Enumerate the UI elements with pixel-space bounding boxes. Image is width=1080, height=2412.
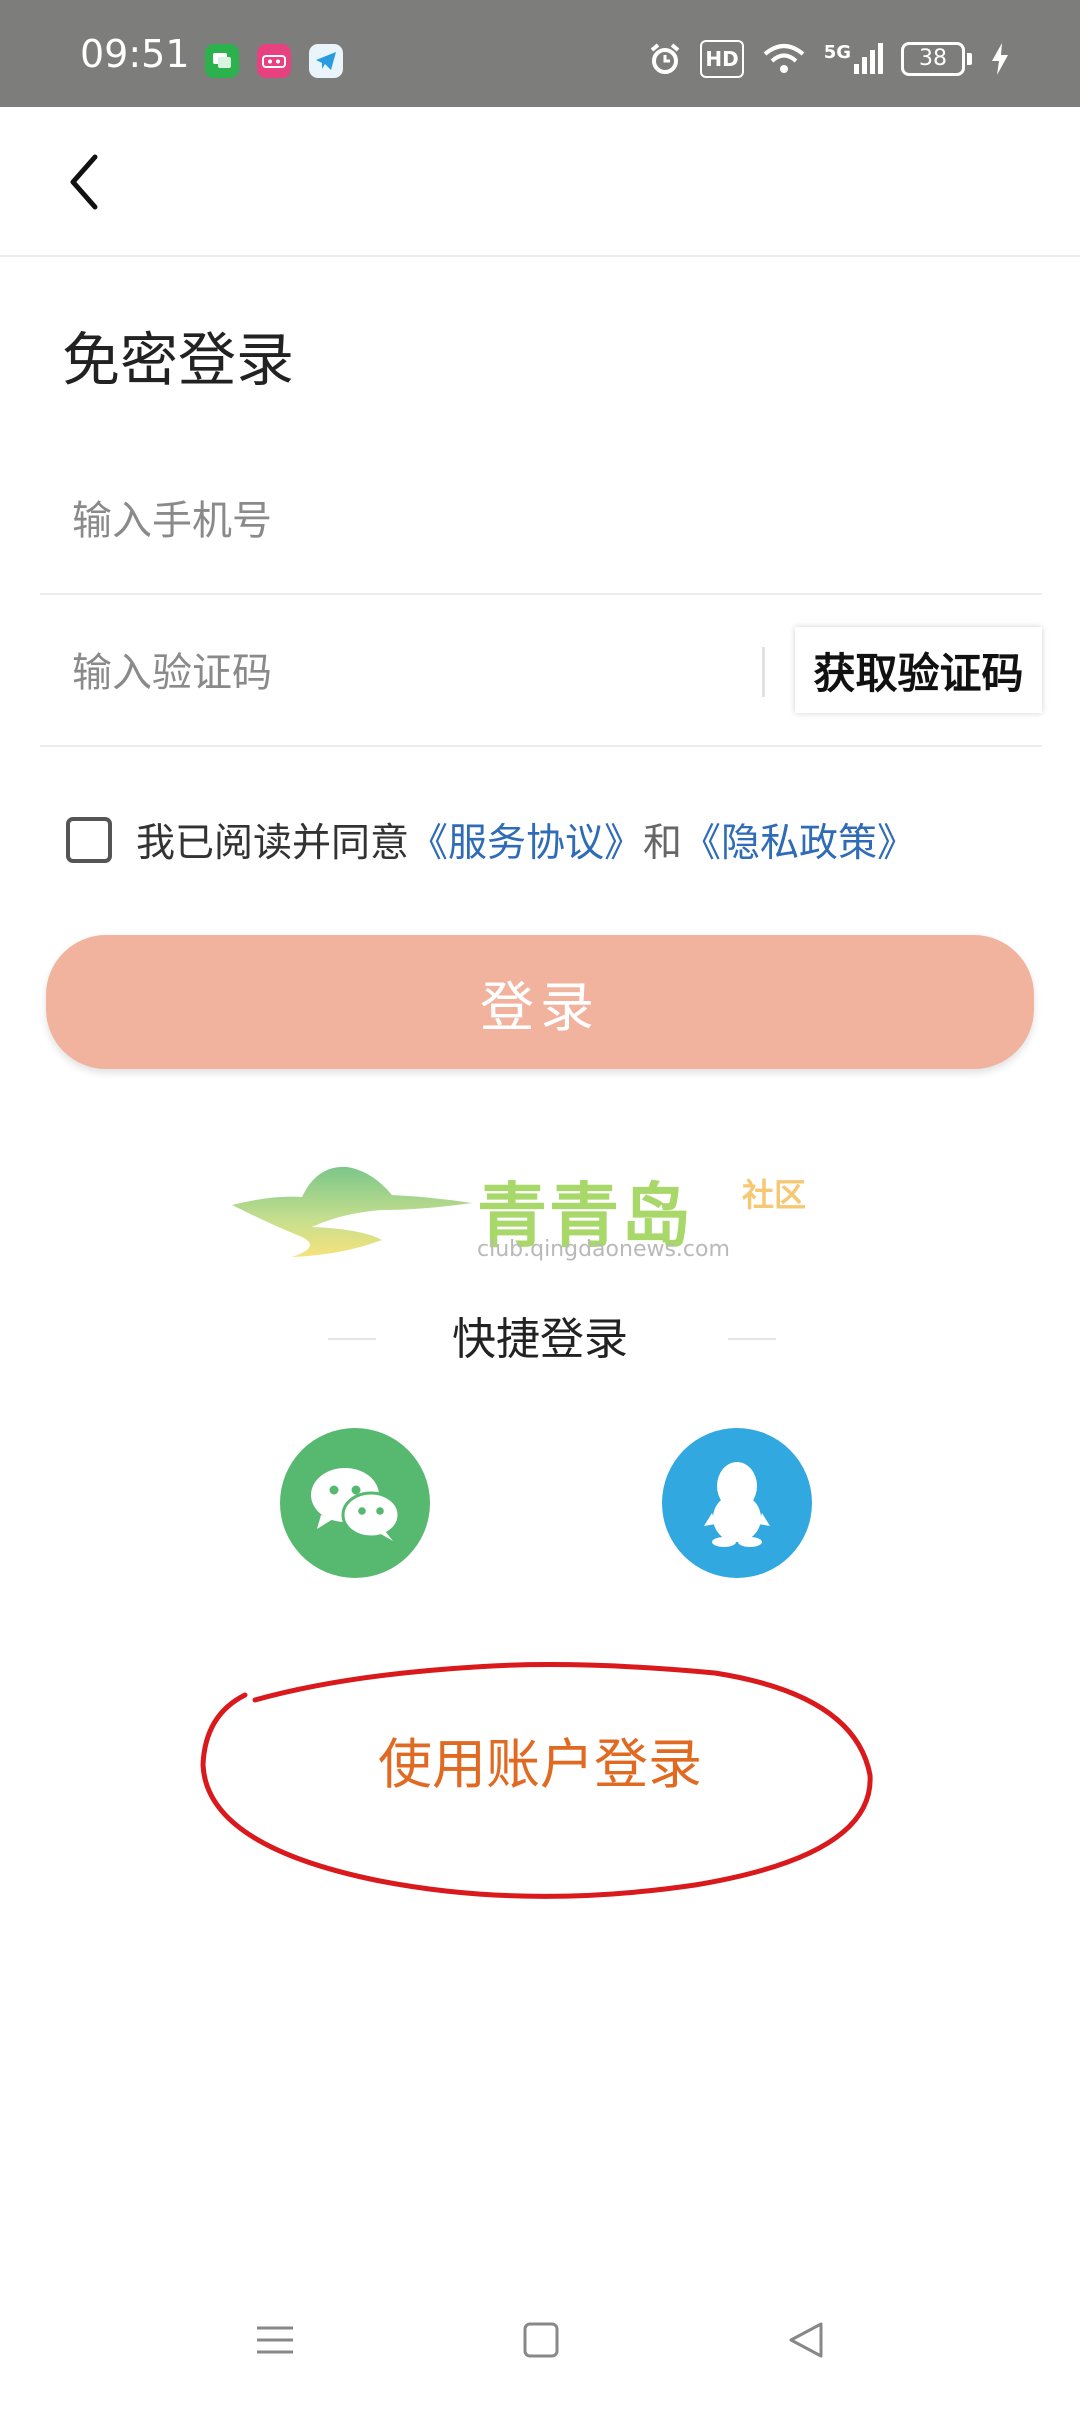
- logo-url: club.qingdaonews.com: [477, 1237, 730, 1262]
- wifi-icon: [762, 42, 806, 76]
- code-input[interactable]: [70, 637, 734, 709]
- messages-icon: [205, 44, 239, 78]
- home-square-icon[interactable]: [522, 2320, 560, 2360]
- wechat-login-button[interactable]: [280, 1428, 430, 1578]
- quick-login-header: 快捷登录: [0, 1310, 1080, 1370]
- community-logo: 青青岛 社区 club.qingdaonews.com: [232, 1150, 852, 1270]
- video-app-icon: [257, 44, 291, 78]
- network-type: 5G: [823, 42, 851, 63]
- qq-login-button[interactable]: [662, 1428, 812, 1578]
- battery-level: 38: [901, 42, 965, 76]
- telegram-icon: [309, 44, 343, 78]
- agreement-checkbox[interactable]: [66, 817, 112, 863]
- agreement-text: 我已阅读并同意: [136, 821, 410, 866]
- agreement-and-text: 和: [643, 821, 683, 866]
- login-button[interactable]: 登录: [46, 935, 1034, 1069]
- quick-login-label: 快捷登录: [452, 1314, 628, 1365]
- privacy-policy-link[interactable]: 《隐私政策》: [682, 812, 916, 868]
- phone-input[interactable]: [70, 485, 774, 557]
- field-divider: [762, 647, 765, 697]
- alarm-icon: [648, 42, 682, 76]
- phone-field: [40, 443, 1042, 595]
- chevron-left-icon: [70, 154, 98, 210]
- back-triangle-icon[interactable]: [786, 2320, 826, 2360]
- status-time: 09:51: [80, 32, 190, 76]
- agreement-row: 我已阅读并同意 《服务协议》 和 《隐私政策》: [66, 812, 916, 868]
- signal-icon: 5G: [824, 42, 883, 76]
- top-bar: [0, 107, 1080, 257]
- notification-icons: [205, 44, 343, 78]
- system-nav-bar: [0, 2290, 1080, 2400]
- wechat-icon: [311, 1468, 401, 1541]
- mountain-logo-icon: [232, 1166, 472, 1257]
- service-agreement-link[interactable]: 《服务协议》: [409, 812, 643, 868]
- status-bar: 09:51 HD 5G 38: [0, 0, 1080, 107]
- page-title: 免密登录: [62, 326, 295, 394]
- menu-icon[interactable]: [255, 2320, 295, 2360]
- system-icons: HD 5G 38: [648, 40, 1010, 78]
- code-field: 获取验证码: [40, 595, 1042, 747]
- red-circle-annotation: [200, 1662, 873, 1899]
- charging-icon: [990, 42, 1010, 76]
- hd-icon: HD: [700, 40, 744, 78]
- get-code-button[interactable]: 获取验证码: [795, 627, 1042, 713]
- divider-right: [728, 1338, 776, 1340]
- battery-icon: 38: [901, 42, 972, 76]
- logo-tag: 社区: [742, 1176, 807, 1214]
- back-button[interactable]: [55, 147, 115, 217]
- qq-penguin-icon: [704, 1462, 770, 1547]
